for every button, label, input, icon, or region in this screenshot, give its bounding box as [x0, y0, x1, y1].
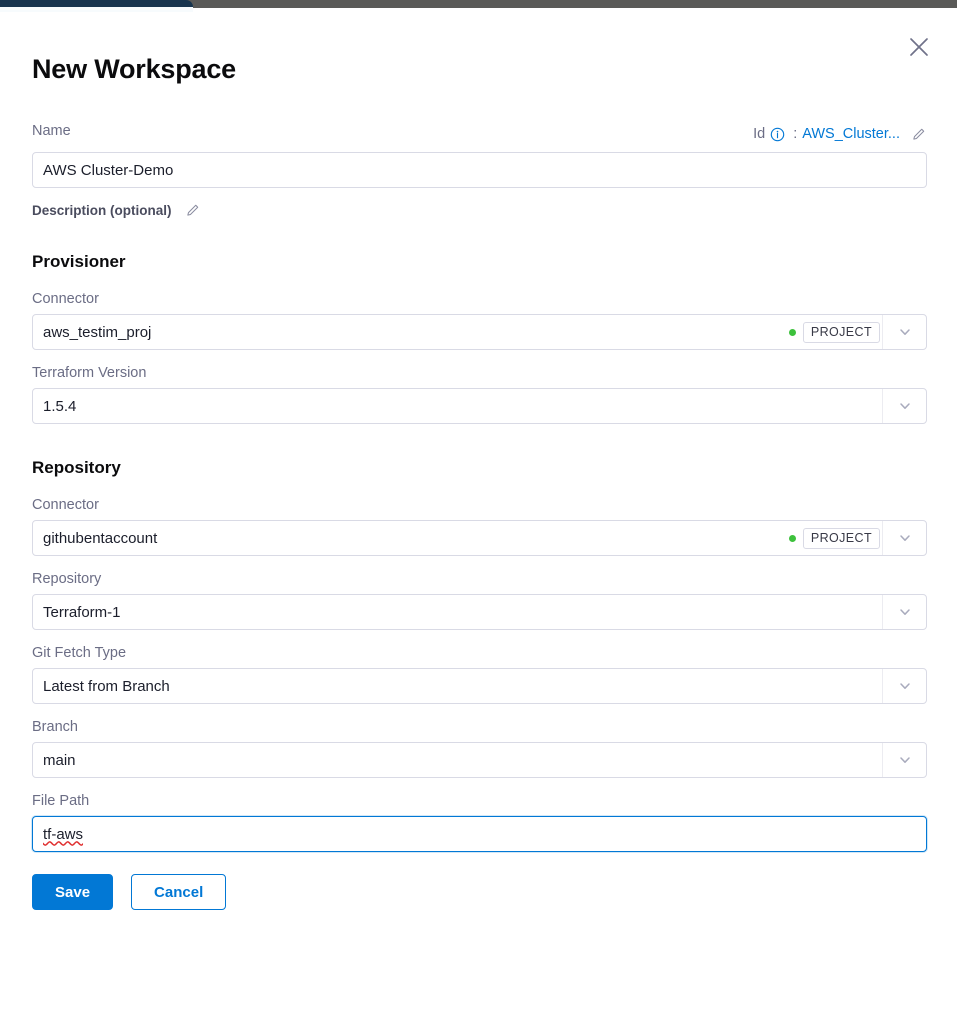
repository-label: Repository	[32, 571, 102, 587]
browser-chrome-bar	[0, 0, 957, 12]
cancel-button[interactable]: Cancel	[131, 874, 227, 910]
description-field[interactable]: Description (optional)	[32, 202, 927, 218]
repository-connector-scope: PROJECT	[788, 521, 880, 555]
provisioner-connector-value: aws_testim_proj	[43, 323, 152, 341]
id-value[interactable]: AWS_Cluster...	[802, 126, 900, 142]
id-label: Id	[753, 126, 766, 142]
connector-status-dot	[788, 328, 796, 336]
description-label: Description (optional)	[32, 202, 172, 218]
name-input-value: AWS Cluster-Demo	[43, 161, 174, 179]
repository-chevron-down-icon[interactable]	[882, 595, 926, 629]
field-repository-connector: Connector githubentaccount PROJECT	[32, 496, 927, 556]
repository-connector-select[interactable]: githubentaccount PROJECT	[32, 520, 927, 556]
provisioner-connector-label: Connector	[32, 291, 99, 307]
git-fetch-type-chevron-down-icon[interactable]	[882, 669, 926, 703]
field-branch: Branch main	[32, 718, 927, 778]
repository-connector-chevron-down-icon[interactable]	[882, 521, 926, 555]
git-fetch-type-label: Git Fetch Type	[32, 645, 127, 661]
branch-value: main	[43, 751, 76, 769]
info-circle-icon[interactable]	[770, 127, 785, 142]
screen-root: New Workspace Name Id: AWS_Cluster... A…	[0, 0, 957, 1023]
branch-chevron-down-icon[interactable]	[882, 743, 926, 777]
name-input[interactable]: AWS Cluster-Demo	[32, 152, 927, 188]
field-repository: Repository Terraform-1	[32, 570, 927, 630]
terraform-version-chevron-down-icon[interactable]	[882, 389, 926, 423]
repository-connector-label: Connector	[32, 497, 99, 513]
field-name: Name Id : AWS_Cluster... AWS Cluster-Dem…	[32, 122, 927, 188]
form-content: Name Id : AWS_Cluster... AWS Cluster-Dem…	[32, 122, 927, 910]
id-edit-pencil-icon[interactable]	[911, 126, 927, 142]
file-path-label: File Path	[32, 793, 90, 809]
name-label-row: Name Id : AWS_Cluster...	[32, 122, 927, 146]
description-edit-pencil-icon[interactable]	[185, 202, 201, 218]
provisioner-connector-scope-badge: PROJECT	[802, 321, 880, 343]
name-label: Name	[32, 123, 71, 139]
save-button[interactable]: Save	[32, 874, 114, 910]
page-title: New Workspace	[32, 54, 236, 84]
terraform-version-value: 1.5.4	[43, 397, 77, 415]
file-path-input[interactable]: tf-aws	[32, 816, 927, 852]
dialog-actions: Save Cancel	[32, 874, 927, 910]
id-separator: :	[793, 126, 798, 142]
terraform-version-label: Terraform Version	[32, 365, 147, 381]
field-file-path: File Path tf-aws	[32, 792, 927, 852]
branch-input[interactable]: main	[32, 742, 927, 778]
repository-connector-value: githubentaccount	[43, 529, 158, 547]
workspace-id-block: Id : AWS_Cluster...	[753, 126, 927, 142]
terraform-version-select[interactable]: 1.5.4	[32, 388, 927, 424]
provisioner-connector-chevron-down-icon[interactable]	[882, 315, 926, 349]
connector-status-dot	[788, 534, 796, 542]
provisioner-connector-scope: PROJECT	[788, 315, 880, 349]
section-title-repository: Repository	[32, 458, 121, 477]
field-terraform-version: Terraform Version 1.5.4	[32, 364, 927, 424]
git-fetch-type-value: Latest from Branch	[43, 677, 170, 695]
file-path-value: tf-aws	[43, 825, 84, 843]
close-icon[interactable]	[904, 32, 934, 62]
field-provisioner-connector: Connector aws_testim_proj PROJECT	[32, 290, 927, 350]
section-title-provisioner: Provisioner	[32, 252, 126, 271]
provisioner-connector-select[interactable]: aws_testim_proj PROJECT	[32, 314, 927, 350]
git-fetch-type-select[interactable]: Latest from Branch	[32, 668, 927, 704]
repository-select[interactable]: Terraform-1	[32, 594, 927, 630]
branch-label: Branch	[32, 719, 78, 735]
field-git-fetch-type: Git Fetch Type Latest from Branch	[32, 644, 927, 704]
repository-value: Terraform-1	[43, 603, 121, 621]
new-workspace-dialog: New Workspace Name Id: AWS_Cluster... A…	[0, 12, 957, 1023]
repository-connector-scope-badge: PROJECT	[802, 527, 880, 549]
